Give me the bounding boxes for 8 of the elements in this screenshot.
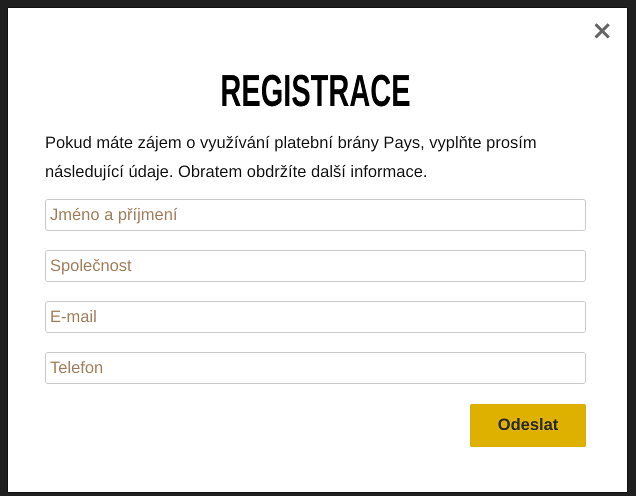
intro-text: Pokud máte zájem o využívání platební brány Pays, vyplňte prosím následující údaje. Obratem obdržíte další informace. — [45, 133, 538, 183]
submit-button[interactable]: Odeslat — [470, 404, 586, 447]
input-field[interactable]: Telefon — [45, 352, 586, 384]
dialog-title: REGISTRACE — [220, 70, 411, 114]
input-field[interactable]: E-mail — [45, 301, 586, 333]
input-field[interactable]: Společnost — [45, 250, 586, 282]
close-button[interactable]: × — [587, 20, 617, 42]
input-field[interactable]: Jméno a příjmení — [45, 199, 586, 231]
